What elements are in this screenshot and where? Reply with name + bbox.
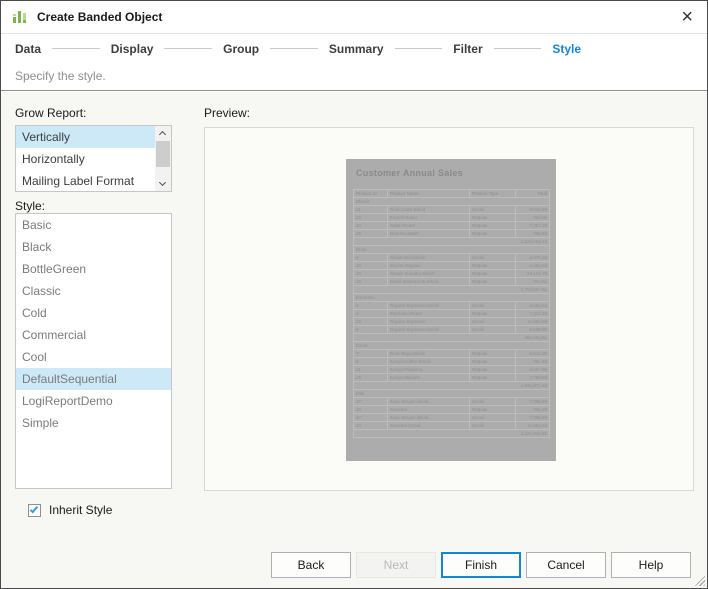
grow-report-label: Grow Report: [15, 106, 86, 120]
report-data-row: 4Organic Espresso DecafDecaf3,452.62 [354, 302, 550, 310]
next-button: Next [356, 552, 436, 578]
report-total-row: 1,695,971.65 [354, 382, 550, 390]
step-data[interactable]: Data [15, 42, 41, 56]
report-data-row: 21Kenya PeaberryRegular3,507.96 [354, 366, 550, 374]
report-table: Product IDProduct NameProduct TypeTotalB… [353, 189, 550, 438]
style-listbox[interactable]: BasicBlackBottleGreenClassicColdCommerci… [15, 213, 172, 489]
list-item-simple[interactable]: Simple [16, 412, 171, 434]
scroll-up-icon[interactable] [155, 126, 171, 141]
report-group-row: Blends [354, 198, 550, 206]
report-data-row: 9Shade Bell BlendDecaf2,875.36 [354, 254, 550, 262]
scrollbar-thumb[interactable] [156, 141, 170, 167]
list-item-mailing-label-format[interactable]: Mailing Label Format [16, 170, 155, 191]
dialog-body: Grow Report: VerticallyHorizontallyMaili… [1, 92, 707, 588]
report-data-row: 19Brazil Ipanema BourbonRegular304.61 [354, 278, 550, 286]
report-group-row: Exotic [354, 342, 550, 350]
report-data-row: 13Shade Sumatra BlendRegular24,161.75 [354, 270, 550, 278]
report-data-row: 21Gold Coast BlendDecaf9,030.69 [354, 206, 550, 214]
report-data-row: 47Java Oregon BlendDecaf7,895.69 [354, 414, 550, 422]
step-nav: Data Display Group Summary Filter Style [1, 35, 707, 62]
report-data-row: 1Espresso RoastRegular7,110.10 [354, 310, 550, 318]
scroll-down-icon[interactable] [155, 176, 171, 191]
page-description: Specify the style. [15, 69, 106, 83]
finish-button[interactable]: Finish [441, 552, 521, 578]
step-filter[interactable]: Filter [453, 42, 482, 56]
scrollbar[interactable] [155, 126, 171, 191]
report-preview-page: Customer Annual Sales Product IDProduct … [346, 159, 556, 461]
check-icon [30, 504, 38, 513]
report-data-row: 6Organic Espresso DecafDecaf6,509.95 [354, 326, 550, 334]
create-banded-object-dialog: Create Banded Object × Data Display Group S… [0, 0, 708, 589]
list-item-cold[interactable]: Cold [16, 302, 171, 324]
step-summary[interactable]: Summary [329, 42, 384, 56]
list-item-black[interactable]: Black [16, 236, 171, 258]
report-data-row: 7Ruta Maya BlendRegular6,542.05 [354, 350, 550, 358]
report-data-row: 10SumatraRegular266.20 [354, 406, 550, 414]
list-item-cool[interactable]: Cool [16, 346, 171, 368]
report-data-row: 14Sumatra DecafDecaf12,894.94 [354, 422, 550, 430]
preview-panel: Customer Annual Sales Product IDProduct … [204, 127, 694, 491]
step-connector [494, 48, 542, 49]
step-group[interactable]: Group [223, 42, 259, 56]
list-item-classic[interactable]: Classic [16, 280, 171, 302]
report-data-row: 17Java Oregon BlendDecaf7,895.69 [354, 398, 550, 406]
step-connector [164, 48, 212, 49]
step-display[interactable]: Display [111, 42, 154, 56]
list-item-basic[interactable]: Basic [16, 214, 171, 236]
report-total-row: 1,759,607.91 [354, 286, 550, 294]
report-data-row: 10Mocha OrganicRegular2,455.04 [354, 262, 550, 270]
list-item-bottlegreen[interactable]: BottleGreen [16, 258, 171, 280]
report-group-row: Mild [354, 390, 550, 398]
inherit-style-row: Inherit Style [28, 503, 112, 517]
title-bar: Create Banded Object × [1, 1, 707, 34]
dialog-title: Create Banded Object [37, 10, 162, 24]
report-data-row: 24Safari RoastRegular7,307.20 [354, 222, 550, 230]
step-connector [52, 48, 100, 49]
step-style[interactable]: Style [552, 42, 581, 56]
list-item-vertically[interactable]: Vertically [16, 126, 155, 148]
list-item-defaultsequential[interactable]: DefaultSequential [16, 368, 171, 390]
report-data-row: 26Blue MountainRegular255.60 [354, 230, 550, 238]
resize-grip-icon[interactable] [692, 573, 705, 586]
close-icon[interactable]: × [681, 9, 693, 25]
list-item-commercial[interactable]: Commercial [16, 324, 171, 346]
report-group-row: Brew [354, 246, 550, 254]
inherit-style-checkbox[interactable] [28, 504, 41, 517]
report-data-row: 8Kenya Coffee BlendRegular501.60 [354, 358, 550, 366]
report-data-row: 29Kenya MediumRegular2,799.89 [354, 374, 550, 382]
list-item-logireportdemo[interactable]: LogiReportDemo [16, 390, 171, 412]
report-header-row: Product IDProduct NameProduct TypeTotal [354, 190, 550, 198]
inherit-style-label[interactable]: Inherit Style [49, 503, 112, 517]
report-total-row: 400,004.81 [354, 334, 550, 342]
report-total-row: 2,324,329.61 [354, 430, 550, 438]
preview-label: Preview: [204, 106, 250, 120]
grow-report-listbox[interactable]: VerticallyHorizontallyMailing Label Form… [15, 125, 172, 192]
help-button[interactable]: Help [611, 552, 691, 578]
report-total-row: 1,829,093.43 [354, 238, 550, 246]
chart-bars-icon [12, 9, 28, 25]
report-data-row: 22Organic EspressoDecaf10,962.98 [354, 318, 550, 326]
report-title: Customer Annual Sales [356, 168, 463, 178]
list-item-horizontally[interactable]: Horizontally [16, 148, 155, 170]
step-connector [395, 48, 443, 49]
cancel-button[interactable]: Cancel [526, 552, 606, 578]
subtitle-strip: Specify the style. [1, 62, 707, 91]
report-data-row: 23French RoastRegular593.06 [354, 214, 550, 222]
grow-report-options: VerticallyHorizontallyMailing Label Form… [16, 126, 155, 191]
back-button[interactable]: Back [271, 552, 351, 578]
step-connector [270, 48, 318, 49]
style-options: BasicBlackBottleGreenClassicColdCommerci… [16, 214, 171, 488]
style-label: Style: [15, 199, 45, 213]
report-group-row: Espresso [354, 294, 550, 302]
